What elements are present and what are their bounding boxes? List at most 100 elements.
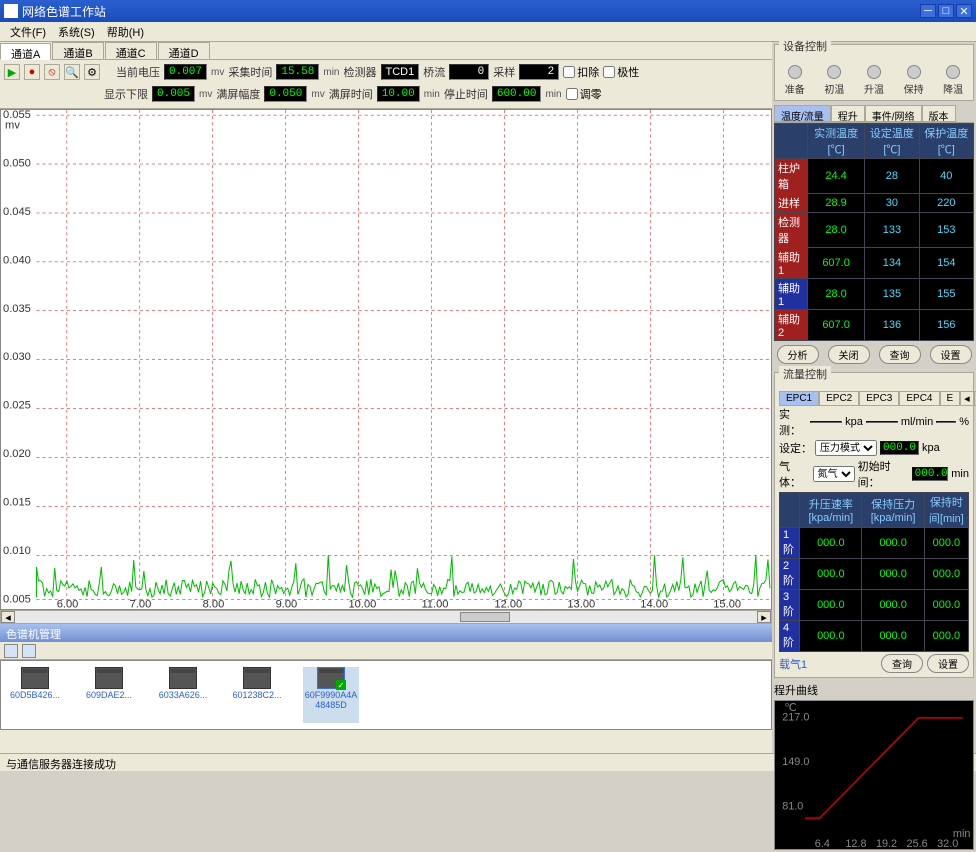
menu-system[interactable]: 系统(S) bbox=[52, 22, 101, 42]
mgr-list-view-button[interactable] bbox=[22, 644, 36, 658]
peak-width-value[interactable]: 0.050 bbox=[264, 86, 307, 102]
led-dot-icon bbox=[907, 65, 921, 79]
actual-ml-value bbox=[866, 421, 898, 423]
peak-width-label: 满屏幅度 bbox=[216, 86, 260, 102]
file-icon bbox=[169, 667, 197, 689]
svg-text:0.010: 0.010 bbox=[3, 545, 31, 557]
svg-text:0.025: 0.025 bbox=[3, 400, 31, 412]
close-panel-button[interactable]: 关闭 bbox=[828, 345, 870, 364]
file-name: 60F9990A4A48485D bbox=[303, 691, 359, 711]
manager-item[interactable]: 601238C2... bbox=[229, 667, 285, 723]
set-button[interactable]: 设置 bbox=[930, 345, 972, 364]
scroll-left-button[interactable]: ◂ bbox=[1, 611, 15, 623]
init-time-value[interactable]: 000.0 bbox=[912, 467, 949, 481]
gas-select[interactable]: 氮气 bbox=[813, 466, 855, 482]
tab-channel-a[interactable]: 通道A bbox=[0, 43, 51, 60]
svg-text:8.00: 8.00 bbox=[203, 598, 225, 609]
svg-text:6.4: 6.4 bbox=[815, 838, 830, 849]
zoom-button[interactable]: 🔍 bbox=[64, 64, 80, 80]
scroll-right-button[interactable]: ▸ bbox=[757, 611, 771, 623]
tab-channel-c[interactable]: 通道C bbox=[105, 42, 157, 59]
manager-body: 60D5B426... 609DAE2... 6033A626... 601238C2… bbox=[0, 660, 772, 730]
actual-kpa-value bbox=[810, 421, 842, 423]
svg-text:9.00: 9.00 bbox=[276, 598, 298, 609]
menu-file[interactable]: 文件(F) bbox=[4, 22, 52, 42]
file-name: 601238C2... bbox=[232, 691, 281, 701]
stop-time-value[interactable]: 600.00 bbox=[492, 86, 542, 102]
set-value[interactable]: 000.0 bbox=[880, 441, 919, 455]
tab-epc5[interactable]: E bbox=[940, 391, 961, 406]
epc-tabs: EPC1 EPC2 EPC3 EPC4 E ◂ ▸ bbox=[779, 391, 969, 406]
settings-icon[interactable]: ⚙ bbox=[84, 64, 100, 80]
flow-query-button[interactable]: 查询 bbox=[881, 654, 923, 673]
minimize-button[interactable]: ─ bbox=[920, 4, 936, 18]
svg-text:15.00: 15.00 bbox=[713, 598, 741, 609]
menu-help[interactable]: 帮助(H) bbox=[101, 22, 150, 42]
detector-label: 检测器 bbox=[344, 64, 377, 80]
led-dot-icon bbox=[946, 65, 960, 79]
maximize-button[interactable]: □ bbox=[938, 4, 954, 18]
svg-text:25.6: 25.6 bbox=[907, 838, 928, 849]
sample-value[interactable]: 2 bbox=[519, 64, 559, 80]
svg-text:149.0: 149.0 bbox=[782, 756, 809, 768]
svg-text:0.015: 0.015 bbox=[3, 496, 31, 508]
display-lower-value[interactable]: 0.005 bbox=[152, 86, 195, 102]
temperature-table: 实测温度[℃]设定温度[℃]保护温度[℃]柱炉箱24.42840进样28.930… bbox=[774, 123, 974, 341]
detector-value[interactable]: TCD1 bbox=[381, 64, 420, 80]
main-chart[interactable]: 0.0550.0500.0450.0400.0350.0300.0250.020… bbox=[0, 109, 772, 610]
svg-text:℃: ℃ bbox=[784, 702, 796, 714]
file-name: 6033A626... bbox=[159, 691, 208, 701]
sample-label: 采样 bbox=[493, 64, 515, 80]
svg-text:81.0: 81.0 bbox=[782, 801, 803, 813]
led-indicator: 初温 bbox=[824, 65, 844, 96]
chart-scrollbar[interactable]: ◂ ▸ bbox=[0, 610, 772, 624]
zero-checkbox[interactable]: 调零 bbox=[566, 86, 602, 102]
svg-text:0.030: 0.030 bbox=[3, 351, 31, 363]
flow-set-button[interactable]: 设置 bbox=[927, 654, 969, 673]
mgr-icon-view-button[interactable] bbox=[4, 644, 18, 658]
chart-svg: 0.0550.0500.0450.0400.0350.0300.0250.020… bbox=[1, 110, 771, 609]
stop-button[interactable]: ⦸ bbox=[44, 64, 60, 80]
bridge-value[interactable]: 0 bbox=[449, 64, 489, 80]
svg-text:0.045: 0.045 bbox=[3, 206, 31, 218]
manager-item[interactable]: 609DAE2... bbox=[81, 667, 137, 723]
tab-epc2[interactable]: EPC2 bbox=[819, 391, 859, 406]
tab-channel-d[interactable]: 通道D bbox=[158, 42, 210, 59]
peak-time-value[interactable]: 10.00 bbox=[377, 86, 420, 102]
svg-text:14.00: 14.00 bbox=[640, 598, 668, 609]
svg-text:12.00: 12.00 bbox=[494, 598, 522, 609]
deduct-checkbox[interactable]: 扣除 bbox=[563, 64, 599, 80]
led-dot-icon bbox=[827, 65, 841, 79]
tab-epc3[interactable]: EPC3 bbox=[859, 391, 899, 406]
file-icon bbox=[95, 667, 123, 689]
svg-text:min: min bbox=[953, 828, 970, 840]
query-button[interactable]: 查询 bbox=[879, 345, 921, 364]
manager-item[interactable]: 60F9990A4A48485D bbox=[303, 667, 359, 723]
collect-time-label: 采集时间 bbox=[228, 64, 272, 80]
window-title: 网络色谱工作站 bbox=[22, 3, 920, 20]
play-button[interactable]: ▶ bbox=[4, 64, 20, 80]
scroll-thumb[interactable] bbox=[460, 612, 510, 622]
bridge-label: 桥流 bbox=[423, 64, 445, 80]
manager-item[interactable]: 6033A626... bbox=[155, 667, 211, 723]
tab-channel-b[interactable]: 通道B bbox=[52, 42, 103, 59]
mode-select[interactable]: 压力模式 bbox=[815, 440, 877, 456]
tab-temp-flow[interactable]: 温度/流量 bbox=[774, 105, 831, 122]
polarity-checkbox[interactable]: 极性 bbox=[603, 64, 639, 80]
tab-prog[interactable]: 程升 bbox=[831, 105, 865, 122]
manager-item[interactable]: 60D5B426... bbox=[7, 667, 63, 723]
tab-version[interactable]: 版本 bbox=[922, 105, 956, 122]
device-control-panel: 设备控制 准备初温升温保持降温 bbox=[774, 44, 974, 101]
close-button[interactable]: ✕ bbox=[956, 4, 972, 18]
file-icon bbox=[317, 667, 345, 689]
file-name: 60D5B426... bbox=[10, 691, 60, 701]
tab-epc1[interactable]: EPC1 bbox=[779, 391, 819, 406]
svg-text:0.005: 0.005 bbox=[3, 593, 31, 605]
tab-epc4[interactable]: EPC4 bbox=[899, 391, 939, 406]
tab-event[interactable]: 事件/网络 bbox=[865, 105, 922, 122]
analyze-button[interactable]: 分析 bbox=[777, 345, 819, 364]
flow-table: 升压速率[kpa/min]保持压力[kpa/min]保持时间[min]1 阶00… bbox=[779, 492, 969, 652]
record-button[interactable]: ● bbox=[24, 64, 40, 80]
current-voltage-label: 当前电压 bbox=[116, 64, 160, 80]
epc-prev-button[interactable]: ◂ bbox=[960, 391, 974, 406]
